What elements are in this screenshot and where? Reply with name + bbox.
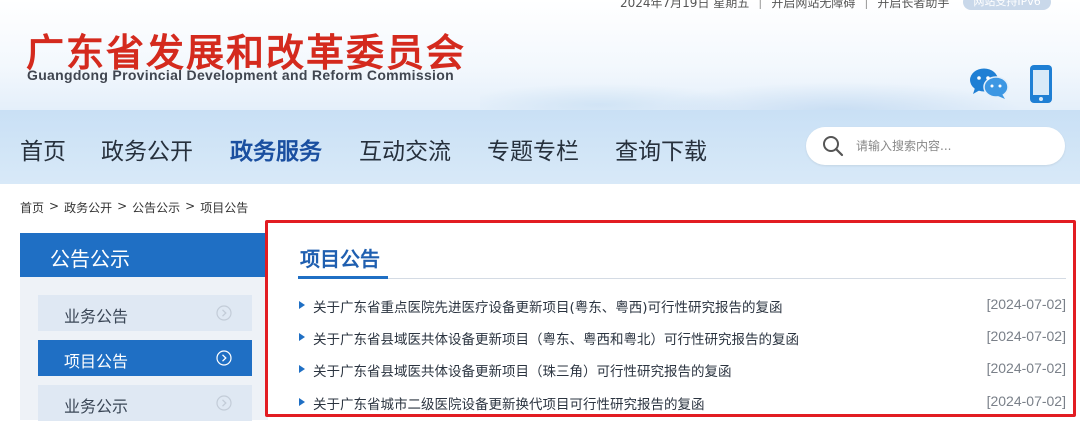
ipv6-badge: 网站支持IPv6 bbox=[963, 0, 1051, 10]
search-input[interactable] bbox=[856, 136, 1051, 156]
sidebar-item-label: 业务公告 bbox=[64, 307, 129, 326]
chevron-right-icon bbox=[216, 305, 232, 321]
list-item[interactable]: 关于广东省县域医共体设备更新项目（粤东、粤西和粤北）可行性研究报告的复函 [20… bbox=[298, 328, 1066, 348]
breadcrumb-separator: > bbox=[117, 199, 128, 213]
article-date: [2024-07-02] bbox=[986, 360, 1066, 376]
search-icon[interactable] bbox=[822, 135, 844, 157]
article-title[interactable]: 关于广东省城市二级医院设备更新换代项目可行性研究报告的复函 bbox=[313, 393, 705, 413]
sidebar-item-label: 项目公告 bbox=[64, 352, 129, 371]
topbar-separator: | bbox=[864, 0, 869, 9]
list-item[interactable]: 关于广东省县域医共体设备更新项目（珠三角）可行性研究报告的复函 [2024-07… bbox=[298, 360, 1066, 380]
search-box[interactable] bbox=[806, 127, 1065, 165]
list-item[interactable]: 关于广东省重点医院先进医疗设备更新项目(粤东、粤西)可行性研究报告的复函 [20… bbox=[298, 296, 1066, 316]
triangle-bullet-icon bbox=[299, 301, 305, 309]
article-date: [2024-07-02] bbox=[986, 393, 1066, 409]
sidebar-header: 公告公示 bbox=[20, 233, 268, 277]
sidebar-title: 公告公示 bbox=[50, 247, 130, 271]
sidebar-item-project-announcements[interactable]: 项目公告 bbox=[38, 340, 252, 376]
triangle-bullet-icon bbox=[299, 398, 305, 406]
section-title-underline bbox=[298, 276, 388, 279]
site-header: 2024年7月19日 星期五 | 开启网站无障碍 | 开启长者助手 网站支持IP… bbox=[0, 0, 1080, 110]
breadcrumb-separator: > bbox=[49, 199, 60, 213]
nav-item-government-affairs[interactable]: 政务公开 bbox=[101, 132, 193, 166]
article-title[interactable]: 关于广东省县域医共体设备更新项目（珠三角）可行性研究报告的复函 bbox=[313, 360, 732, 380]
mobile-phone-icon[interactable] bbox=[1028, 64, 1054, 104]
sidebar-item-business-announcements[interactable]: 业务公告 bbox=[38, 295, 252, 331]
nav-item-interaction[interactable]: 互动交流 bbox=[359, 132, 451, 166]
chevron-right-icon bbox=[216, 350, 232, 366]
breadcrumb-item-home[interactable]: 首页 bbox=[20, 199, 44, 216]
triangle-bullet-icon bbox=[299, 333, 305, 341]
topbar-separator: | bbox=[758, 0, 763, 9]
breadcrumb-item-announcements[interactable]: 公告公示 bbox=[132, 199, 180, 216]
breadcrumb: 首页 > 政务公开 > 公告公示 > 项目公告 bbox=[20, 199, 248, 216]
highlight-frame bbox=[265, 220, 1076, 417]
article-date: [2024-07-02] bbox=[986, 296, 1066, 312]
wechat-icon[interactable] bbox=[968, 66, 1010, 100]
section-title: 项目公告 bbox=[300, 247, 380, 271]
sidebar-item-label: 业务公示 bbox=[64, 397, 129, 416]
breadcrumb-separator: > bbox=[185, 199, 196, 213]
article-title[interactable]: 关于广东省县域医共体设备更新项目（粤东、粤西和粤北）可行性研究报告的复函 bbox=[313, 328, 799, 348]
article-title[interactable]: 关于广东省重点医院先进医疗设备更新项目(粤东、粤西)可行性研究报告的复函 bbox=[313, 296, 783, 316]
sidebar-item-business-publicity[interactable]: 业务公示 bbox=[38, 385, 252, 421]
accessibility-link[interactable]: 开启网站无障碍 bbox=[771, 0, 855, 11]
section-divider bbox=[298, 278, 1066, 279]
site-title-en: Guangdong Provincial Development and Ref… bbox=[27, 67, 454, 83]
nav-item-query-download[interactable]: 查询下载 bbox=[615, 132, 707, 166]
current-date: 2024年7月19日 星期五 bbox=[620, 0, 750, 10]
nav-item-special-topics[interactable]: 专题专栏 bbox=[487, 132, 579, 166]
nav-item-home[interactable]: 首页 bbox=[20, 132, 66, 166]
triangle-bullet-icon bbox=[299, 365, 305, 373]
elder-mode-link[interactable]: 开启长者助手 bbox=[877, 0, 949, 11]
nav-item-government-services[interactable]: 政务服务 bbox=[230, 132, 322, 166]
breadcrumb-item-project-announcements[interactable]: 项目公告 bbox=[200, 199, 248, 216]
chevron-right-icon bbox=[216, 395, 232, 411]
article-date: [2024-07-02] bbox=[986, 328, 1066, 344]
top-utility-bar: 2024年7月19日 星期五 | 开启网站无障碍 | 开启长者助手 网站支持IP… bbox=[620, 0, 1051, 10]
breadcrumb-item-government-affairs[interactable]: 政务公开 bbox=[64, 199, 112, 216]
list-item[interactable]: 关于广东省城市二级医院设备更新换代项目可行性研究报告的复函 [2024-07-0… bbox=[298, 393, 1066, 413]
main-nav: 首页 政务公开 政务服务 互动交流 专题专栏 查询下载 bbox=[0, 110, 1080, 184]
